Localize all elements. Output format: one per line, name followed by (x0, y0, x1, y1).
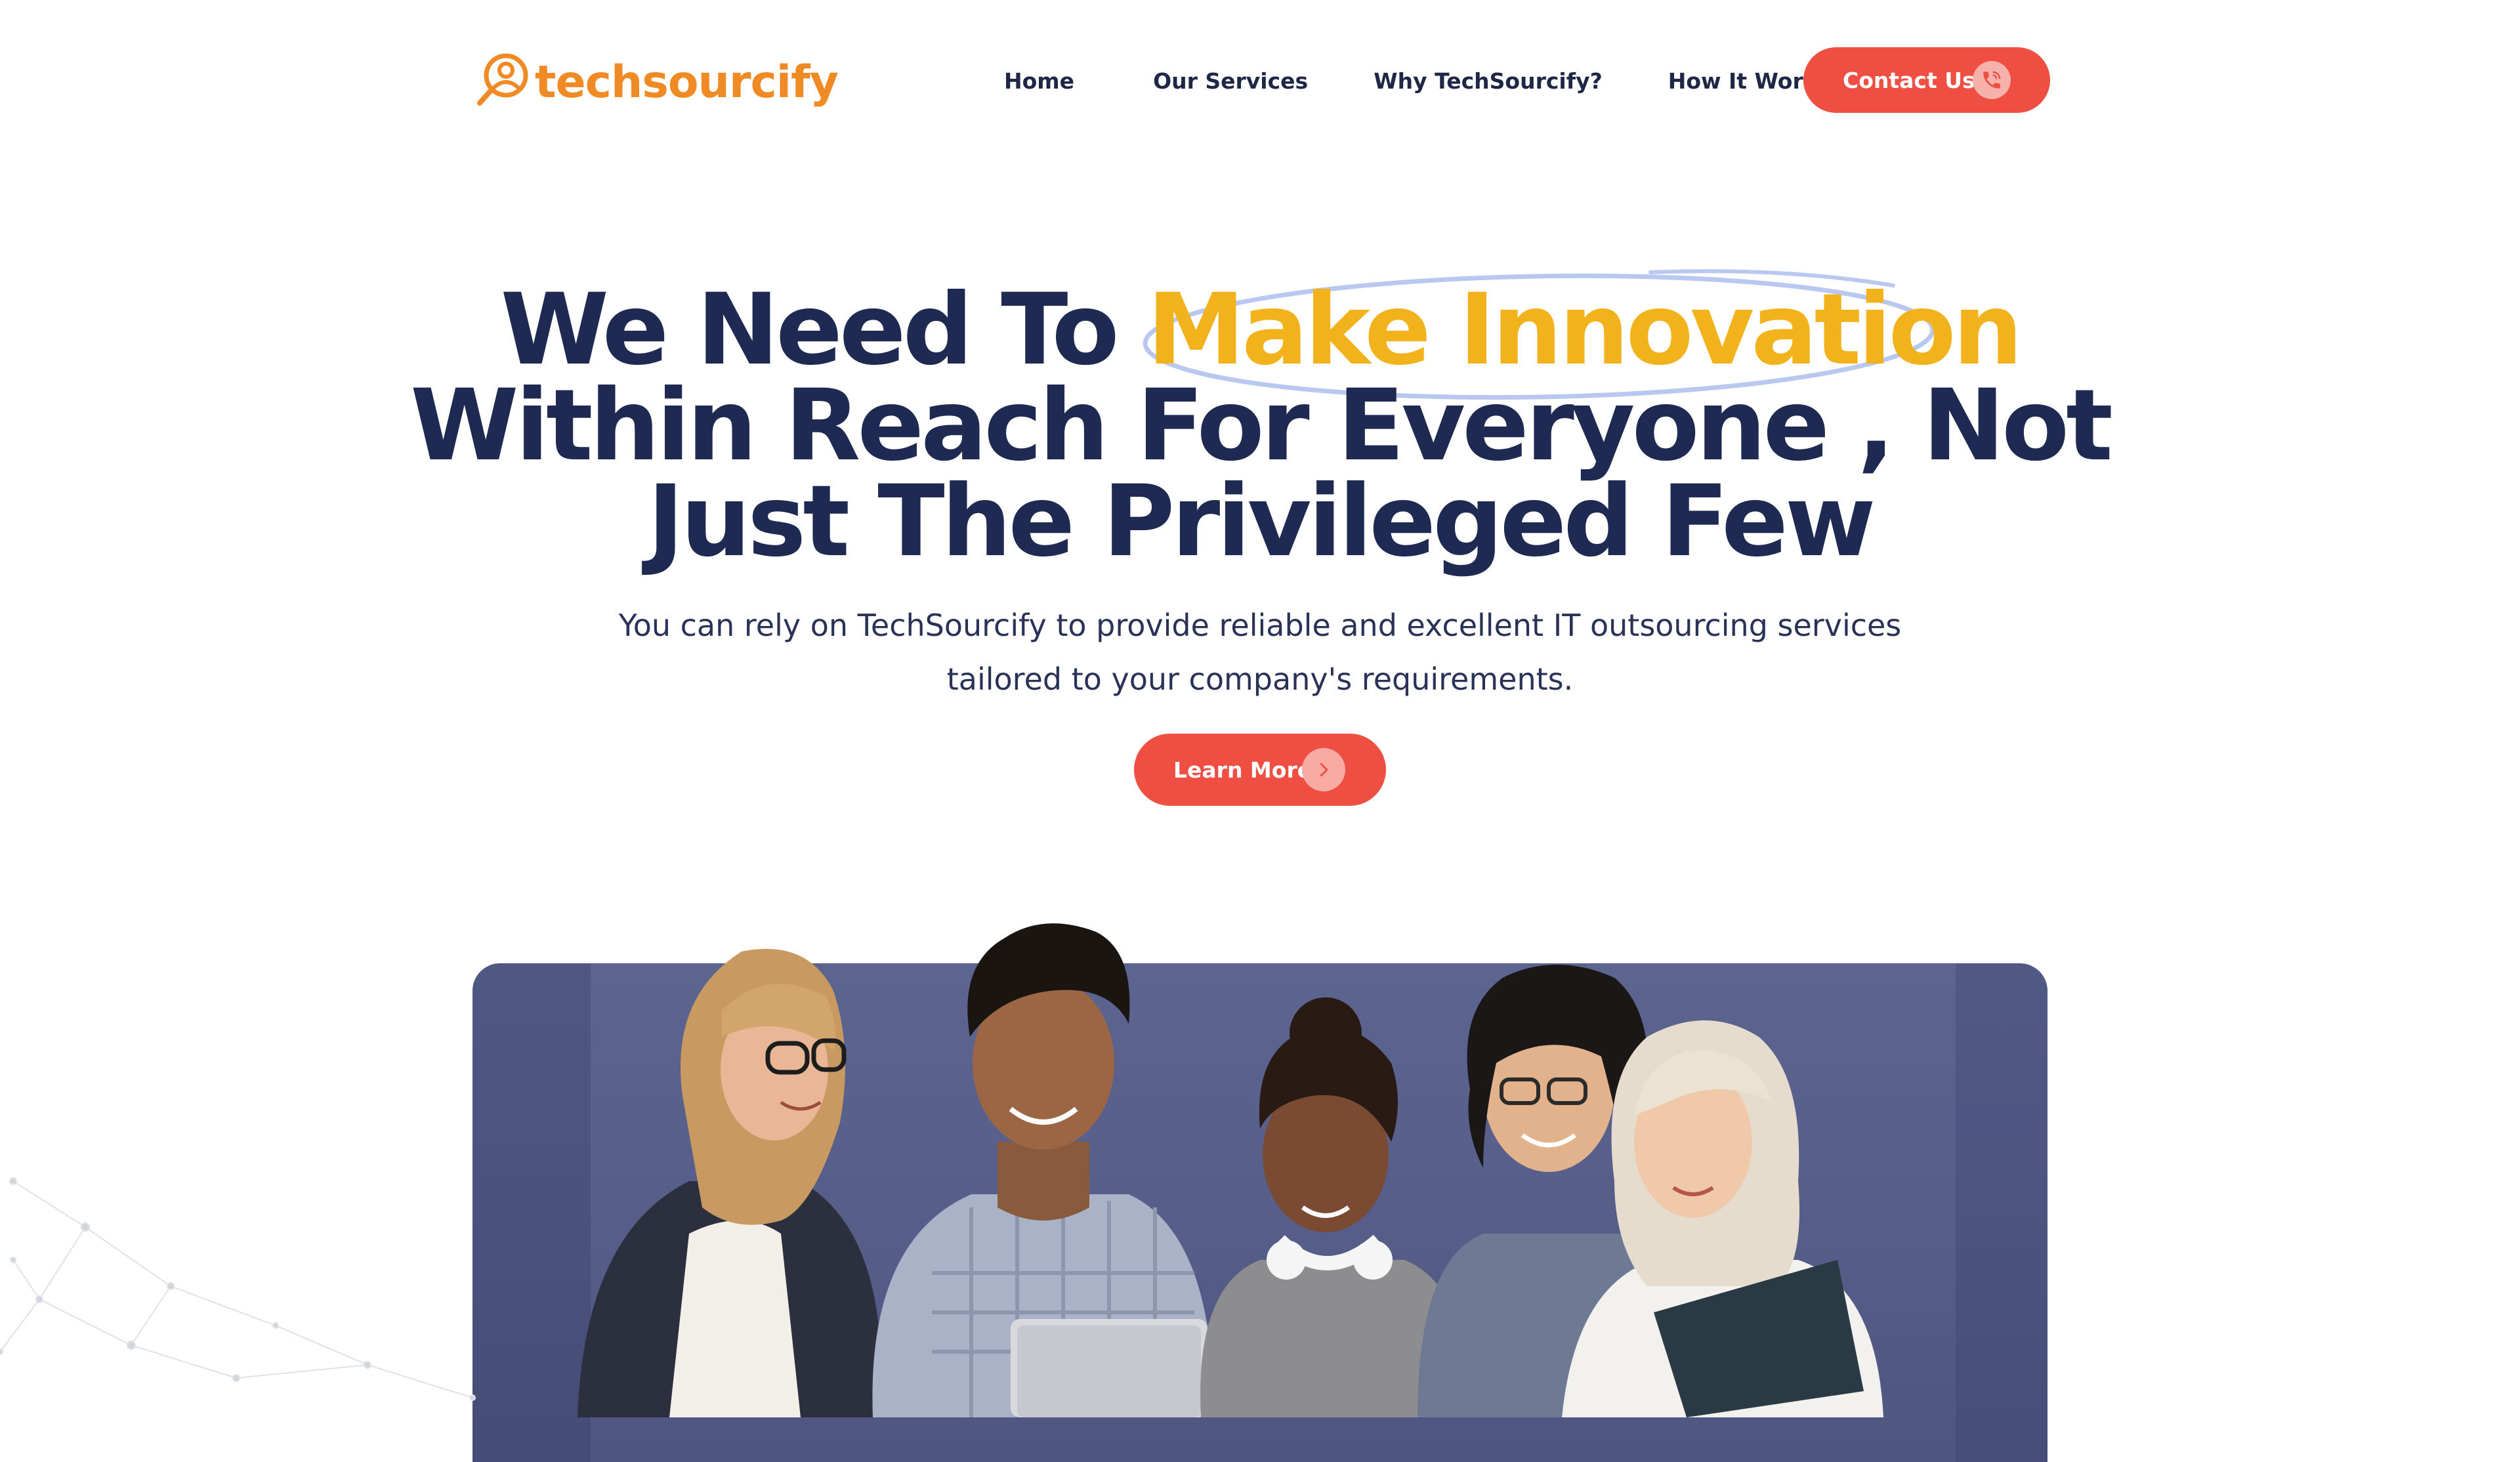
headline-line-1: We Need To Make Innovation (0, 273, 2520, 387)
hero-headline: We Need To Make Innovation Within Reach … (0, 273, 2520, 579)
logo-text: techsourcify (535, 56, 839, 108)
phone-icon (1973, 61, 2011, 99)
person-1 (578, 949, 881, 1417)
headline-line-3: Just The Privileged Few (647, 465, 1876, 579)
team-photo (578, 923, 1883, 1417)
person-2 (872, 923, 1214, 1417)
network-dots-decoration (0, 1177, 476, 1401)
learn-more-label: Learn More (1173, 757, 1312, 783)
nav-home[interactable]: Home (1004, 68, 1074, 94)
chevron-right-icon (1302, 748, 1345, 791)
logo-person-search-icon (477, 53, 528, 106)
headline-line-2: Within Reach For Everyone , Not (410, 369, 2113, 483)
site-header: techsourcify Home Our Services Why TechS… (0, 0, 2520, 161)
hero-subtitle: You can rely on TechSourcify to provide … (0, 598, 2520, 706)
nav-our-services[interactable]: Our Services (1153, 68, 1308, 94)
headline-highlight: Make Innovation (1146, 273, 2023, 387)
hero-subtitle-line-1: You can rely on TechSourcify to provide … (618, 608, 1902, 643)
main-nav: Home Our Services Why TechSourcify? How … (1004, 62, 1830, 99)
learn-more-button[interactable]: Learn More (1134, 734, 1386, 806)
contact-us-button[interactable]: Contact Us (1803, 47, 2050, 113)
logo[interactable]: techsourcify (476, 46, 839, 118)
nav-why-techsourcify[interactable]: Why TechSourcify? (1374, 68, 1603, 94)
contact-us-label: Contact Us (1843, 67, 1975, 93)
hero-subtitle-line-2: tailored to your company's requirements. (946, 661, 1574, 697)
